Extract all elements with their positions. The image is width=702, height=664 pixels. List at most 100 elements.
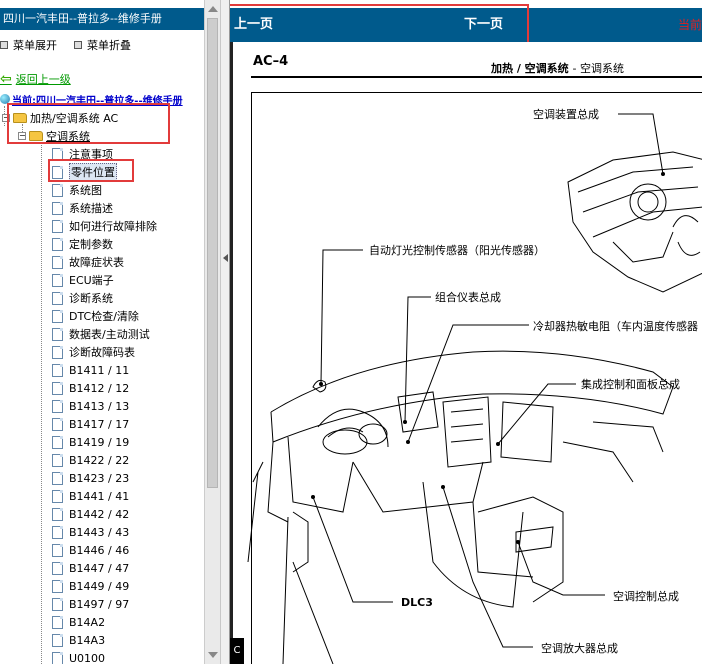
tree-leaf-item[interactable]: 系统图 xyxy=(52,181,102,199)
callout-ac-amplifier: 空调放大器总成 xyxy=(541,642,618,655)
scroll-down-icon[interactable] xyxy=(208,652,218,658)
document-icon xyxy=(52,381,63,395)
section-tab-mark: C xyxy=(230,638,244,664)
folder-open-icon xyxy=(13,113,27,123)
callout-integration-panel: 集成控制和面板总成 xyxy=(581,378,680,391)
tree-leaf-item[interactable]: 定制参数 xyxy=(52,235,113,253)
page-nav-bar: 上一页 下一页 当前 xyxy=(230,8,702,42)
tree-leaf-item[interactable]: B1413 / 13 xyxy=(52,397,129,415)
tree-leaf-item[interactable]: B1447 / 47 xyxy=(52,559,129,577)
tree-leaf-label: 系统图 xyxy=(69,184,102,197)
tree-leaf-label: U0100 xyxy=(69,651,106,664)
tree-leaf-item[interactable]: B14A2 xyxy=(52,613,105,631)
tree-leaf-label: B1441 / 41 xyxy=(69,489,130,503)
tree-leaf-item[interactable]: B1412 / 12 xyxy=(52,379,129,397)
tree-leaf-item[interactable]: B1423 / 23 xyxy=(52,469,129,487)
tree-leaf-label: B1412 / 12 xyxy=(69,381,130,395)
tree-leaf-label: B1449 / 49 xyxy=(69,579,130,593)
tree-leaf-label: 零件位置 xyxy=(69,163,117,181)
tree-leaf-label: 定制参数 xyxy=(69,238,113,251)
tree-leaf-label: B1417 / 17 xyxy=(69,417,130,431)
tree-leaf-item[interactable]: B1446 / 46 xyxy=(52,541,129,559)
document-icon xyxy=(52,525,63,539)
back-link[interactable]: ⇦ 返回上一级 xyxy=(0,71,71,87)
panel-splitter[interactable] xyxy=(220,0,230,664)
tree-leaf-label: B14A3 xyxy=(69,633,106,647)
tree-node-category[interactable]: − 加热/空调系统 AC xyxy=(2,110,118,126)
current-location-label: 当前:四川一汽丰田--普拉多--维修手册 xyxy=(12,95,183,107)
collapse-menu-button[interactable]: 菜单折叠 xyxy=(74,38,131,52)
scrollbar-thumb[interactable] xyxy=(207,18,218,488)
tree-leaf-item[interactable]: B1442 / 42 xyxy=(52,505,129,523)
tree-leaf-label: 故障症状表 xyxy=(69,256,124,269)
tree-leaf-label: ECU端子 xyxy=(69,274,114,287)
collapse-menu-label: 菜单折叠 xyxy=(87,39,131,52)
tree-leaf-item[interactable]: B1441 / 41 xyxy=(52,487,129,505)
tree-leaf-item[interactable]: B14A3 xyxy=(52,631,105,649)
tree-leaf-label: B1442 / 42 xyxy=(69,507,130,521)
tree-leaf-item[interactable]: 如何进行故障排除 xyxy=(52,217,157,235)
document-icon xyxy=(52,237,63,251)
navigation-tree-panel: 四川一汽丰田--普拉多--维修手册 菜单展开 菜单折叠 ⇦ 返回上一级 当前:四… xyxy=(0,0,204,664)
tree-leaf-label: B1447 / 47 xyxy=(69,561,130,575)
content-panel: 上一页 下一页 当前 AC–4 加热 / 空调系统 - 空调系统 空调装置总成 … xyxy=(230,0,702,664)
tree-leaf-label: B1443 / 43 xyxy=(69,525,130,539)
folder-open-icon xyxy=(29,131,43,141)
tree-leaf-label: DTC检查/清除 xyxy=(69,310,139,323)
scroll-up-icon[interactable] xyxy=(208,6,218,12)
tree-leaf-item[interactable]: 诊断故障码表 xyxy=(52,343,135,361)
tree-leaf-item[interactable]: 故障症状表 xyxy=(52,253,124,271)
tree-leaf-label: 系统描述 xyxy=(69,202,113,215)
current-location[interactable]: 当前:四川一汽丰田--普拉多--维修手册 xyxy=(0,92,183,107)
collapse-arrow-icon[interactable] xyxy=(223,254,228,262)
expand-menu-button[interactable]: 菜单展开 xyxy=(0,38,57,52)
tree-leaf-item[interactable]: B1422 / 22 xyxy=(52,451,129,469)
tree-leaf-item[interactable]: U0100 xyxy=(52,649,105,664)
tree-leaf-label: B1446 / 46 xyxy=(69,543,130,557)
document-icon xyxy=(52,291,63,305)
tree-leaf-item[interactable]: B1497 / 97 xyxy=(52,595,129,613)
tree-leaf-label: B1422 / 22 xyxy=(69,453,130,467)
tree-leaf-item[interactable]: DTC检查/清除 xyxy=(52,307,139,325)
tree-leaf-label: B1497 / 97 xyxy=(69,597,130,611)
tree-leaf-label: B14A2 xyxy=(69,615,106,629)
tree-scrollbar[interactable] xyxy=(204,0,220,664)
document-icon xyxy=(52,273,63,287)
tree-leaf-label: B1411 / 11 xyxy=(69,363,130,377)
callout-ac-unit: 空调装置总成 xyxy=(533,108,599,121)
document-icon xyxy=(52,147,63,161)
tree-leaf-label: B1423 / 23 xyxy=(69,471,130,485)
tree-leaf-item[interactable]: ECU端子 xyxy=(52,271,114,289)
document-icon xyxy=(52,615,63,629)
document-icon xyxy=(52,471,63,485)
tree-leaf-item[interactable]: B1419 / 19 xyxy=(52,433,129,451)
collapse-toggle-icon[interactable]: − xyxy=(2,114,10,122)
tree-leaf-item[interactable]: 系统描述 xyxy=(52,199,113,217)
document-icon xyxy=(52,453,63,467)
document-icon xyxy=(52,507,63,521)
tree-leaf-item[interactable]: 零件位置 xyxy=(52,163,117,181)
tree-leaf-item[interactable]: 诊断系统 xyxy=(52,289,113,307)
tree-leaf-item[interactable]: B1443 / 43 xyxy=(52,523,129,541)
tree-leaf-item[interactable]: B1417 / 17 xyxy=(52,415,129,433)
current-page-link[interactable]: 当前 xyxy=(678,8,702,42)
document-icon xyxy=(52,183,63,197)
tree-node-subcategory[interactable]: − 空调系统 xyxy=(18,128,90,144)
callout-ac-control: 空调控制总成 xyxy=(613,590,679,603)
tree-leaf-item[interactable]: 注意事项 xyxy=(52,145,113,163)
document-icon xyxy=(52,219,63,233)
document-icon xyxy=(52,201,63,215)
tree-leaf-label: 注意事项 xyxy=(69,148,113,161)
tree-leaf-label: 如何进行故障排除 xyxy=(69,220,157,233)
tree-leaf-item[interactable]: B1449 / 49 xyxy=(52,577,129,595)
document-icon xyxy=(52,255,63,269)
next-page-button[interactable]: 下一页 xyxy=(464,8,503,42)
prev-page-button[interactable]: 上一页 xyxy=(234,8,273,42)
tree-leaf-item[interactable]: B1411 / 11 xyxy=(52,361,129,379)
tree-title-bar: 四川一汽丰田--普拉多--维修手册 xyxy=(0,8,204,30)
tree-leaf-item[interactable]: 数据表/主动测试 xyxy=(52,325,150,343)
document-icon xyxy=(52,597,63,611)
collapse-icon xyxy=(74,41,82,49)
collapse-toggle-icon[interactable]: − xyxy=(18,132,26,140)
tree-leaf-label: B1419 / 19 xyxy=(69,435,130,449)
